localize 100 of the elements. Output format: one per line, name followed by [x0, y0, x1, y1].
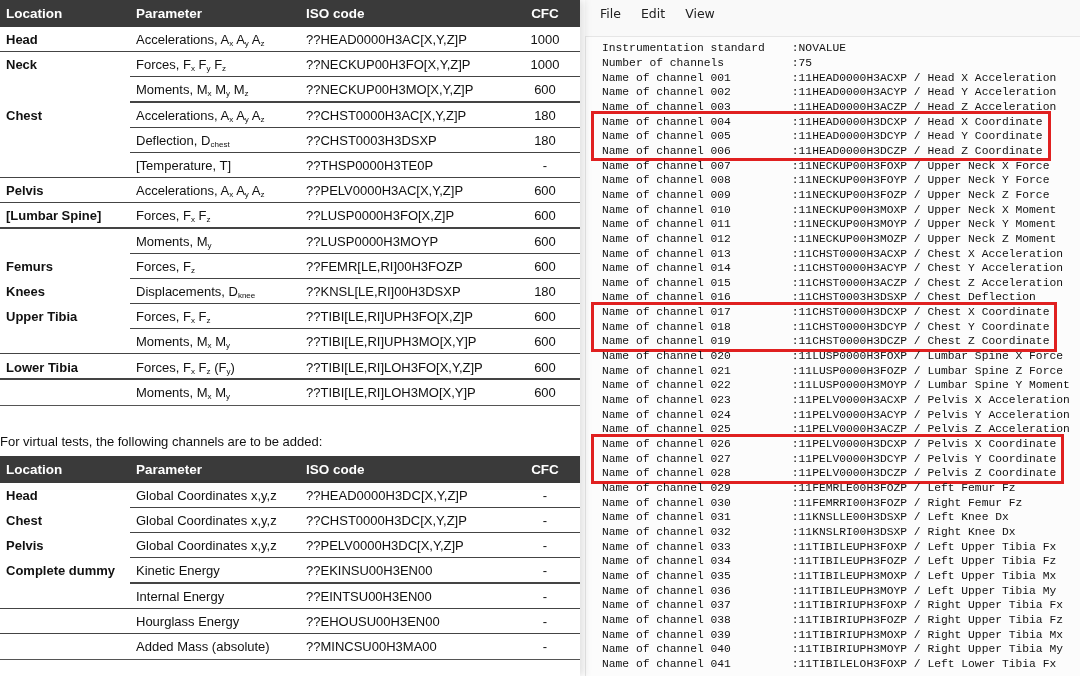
cfc-cell-text: 600 [533, 309, 557, 325]
iso-code-cell-text: ??PELV0000H3DC[X,Y,Z]P [305, 538, 465, 554]
line-label: Name of channel 040 [602, 643, 732, 656]
line-label: Name of channel 029 [602, 482, 732, 494]
line-value: :11LUSP0000H3FOZP / Lumbar Spine Z Force [791, 364, 1063, 377]
iso-code-cell-text: ??PELV0000H3AC[X,Y,Z]P [305, 183, 465, 199]
line-value: :11TIBILEUPH3FOXP / Left Upper Tibia Fx [791, 540, 1057, 553]
line-label: Name of channel 022 [602, 379, 732, 392]
cfc-cell-text: 600 [533, 384, 557, 400]
line-label: Name of channel 032 [602, 526, 732, 538]
cfc-cell-text: - [541, 158, 549, 174]
line-value: :11NECKUP00H3FOYP / Upper Neck Y Force [791, 174, 1050, 187]
parameter-cell-text: Moments, M$_{x}$ M$_{y}$ [135, 384, 232, 400]
iso-code-cell-text: ??FEMR[LE,RI]00H3FOZP [305, 258, 464, 274]
line-label: Name of channel 041 [602, 657, 732, 670]
column-header: Location [5, 6, 64, 21]
line-label: Name of channel 039 [602, 628, 732, 641]
iso-code-cell-text: ??HEAD0000H3AC[X,Y,Z]P [305, 32, 468, 48]
line-value: :11KNSLRI00H3DSXP / Right Knee Dx [791, 526, 1016, 538]
cfc-cell-text: - [541, 588, 549, 604]
cfc-cell-text: - [541, 613, 549, 629]
line-label: Name of channel 004 [602, 115, 732, 128]
cfc-cell-text: 1000 [529, 32, 561, 48]
parameter-cell-text: Forces, F$_{x}$ F$_{y}$ F$_{z}$ [135, 57, 228, 73]
note-text: For virtual tests, the following channels are to be added: [0, 433, 324, 449]
iso-code-cell-text: ??TIBI[LE,RI]LOH3MO[X,Y]P [305, 384, 477, 400]
line-value: :11CHST0000H3DCXP / Chest X Coordinate [791, 306, 1050, 319]
line-label: Name of channel 008 [602, 174, 732, 187]
line-value: :11TIBIRIUPH3FOXP / Right Upper Tibia Fx [791, 599, 1063, 612]
line-label: Name of channel 021 [602, 364, 732, 377]
iso-code-cell-text: ??THSP0000H3TE0P [305, 158, 435, 174]
parameter-cell-text: Deflection, D$_{chest}$ [135, 132, 231, 148]
line-value: :11TIBIRIUPH3FOZP / Right Upper Tibia Fz [791, 613, 1063, 626]
parameter-cell-text: Forces, F$_{x}$ F$_{z}$ [135, 309, 212, 325]
line-label: Name of channel 020 [602, 350, 732, 363]
parameter-cell-text: Global Coordinates x,y,z [135, 487, 278, 503]
iso-code-cell-text: ??MINCSU00H3MA00 [305, 639, 438, 655]
parameter-cell-text: Moments, M$_{y}$ [135, 233, 213, 249]
location-cell-text: Femurs [5, 258, 54, 274]
cfc-cell-text: 600 [533, 359, 557, 375]
column-header: ISO code [305, 461, 366, 477]
line-value: :11HEAD0000H3DCZP / Head Z Coordinate [791, 144, 1043, 157]
parameter-cell-text: Displacements, D$_{knee}$ [135, 283, 257, 299]
menu-item[interactable]: View [676, 3, 724, 24]
line-value: :11NECKUP00H3MOZP / Upper Neck Z Moment [791, 232, 1057, 245]
cfc-cell-text: - [541, 513, 549, 529]
iso-code-cell-text: ??EINTSU00H3EN00 [305, 588, 433, 604]
line-label: Name of channel 018 [602, 320, 732, 333]
line-value: :11TIBILEUPH3MOYP / Left Upper Tibia My [791, 584, 1057, 597]
cfc-cell-text: 600 [533, 233, 557, 249]
line-label: Name of channel 031 [602, 511, 732, 524]
line-label: Name of channel 030 [602, 496, 732, 509]
line-label: Name of channel 027 [602, 452, 732, 465]
line-label: Name of channel 038 [602, 613, 732, 626]
line-label: Name of channel 010 [602, 203, 732, 216]
parameter-cell-text: Forces, F$_{z}$ [135, 258, 196, 274]
line-label: Name of channel 026 [602, 438, 732, 451]
line-value: :NOVALUE [791, 42, 847, 55]
cfc-cell-text: 600 [533, 334, 557, 350]
line-label: Name of channel 002 [602, 86, 732, 99]
iso-code-cell-text: ??KNSL[LE,RI]00H3DSXP [305, 283, 462, 299]
location-cell-text: Chest [5, 513, 44, 529]
iso-code-cell-text: ??LUSP0000H3FO[X,Z]P [305, 208, 456, 224]
parameter-cell-text: Added Mass (absolute) [135, 639, 271, 655]
line-value: :11LUSP0000H3MOYP / Lumbar Spine Y Moment [791, 379, 1070, 392]
iso-code-cell-text: ??TIBI[LE,RI]LOH3FO[X,Y,Z]P [305, 359, 484, 375]
parameter-cell-text: Accelerations, A$_{x}$ A$_{y}$ A$_{z}$ [135, 32, 266, 48]
line-value: :11HEAD0000H3ACXP / Head X Acceleration [791, 71, 1057, 84]
menu-item[interactable]: Edit [631, 3, 675, 24]
line-label: Name of channel 036 [602, 584, 732, 597]
line-value: :11TIBIRIUPH3MOXP / Right Upper Tibia Mx [791, 628, 1063, 641]
line-label: Name of channel 007 [602, 159, 732, 172]
line-value: :11FEMRLE00H3FOZP / Left Femur Fz [791, 482, 1016, 494]
cfc-cell-text: 1000 [529, 57, 561, 73]
line-value: :11PELV0000H3ACYP / Pelvis Y Acceleration [791, 408, 1070, 421]
cfc-cell-text: 600 [533, 208, 557, 224]
line-value: :11TIBILEUPH3FOZP / Left Upper Tibia Fz [791, 555, 1057, 568]
line-label: Name of channel 024 [602, 408, 732, 421]
line-value: :11PELV0000H3ACZP / Pelvis Z Acceleration [791, 423, 1070, 436]
menu-item[interactable]: File [591, 3, 630, 24]
column-header: CFC [530, 6, 560, 21]
line-label: Number of channels [602, 57, 726, 69]
location-cell-text: Head [5, 487, 39, 503]
iso-code-cell-text: ??TIBI[LE,RI]UPH3MO[X,Y]P [305, 334, 478, 350]
parameter-cell-text: Forces, F$_{x}$ F$_{z}$ (F$_{y}$) [135, 359, 236, 375]
line-value: :11PELV0000H3ACXP / Pelvis X Acceleration [791, 394, 1070, 407]
line-label: Name of channel 006 [602, 144, 732, 157]
line-value: :11NECKUP00H3FOXP / Upper Neck X Force [791, 159, 1050, 172]
line-label: Name of channel 012 [602, 232, 732, 245]
column-header: Location [5, 461, 64, 477]
line-value: :11CHST0000H3ACYP / Chest Y Acceleration [791, 262, 1063, 275]
iso-code-cell-text: ??NECKUP00H3MO[X,Y,Z]P [305, 82, 475, 98]
line-value: :11NECKUP00H3FOZP / Upper Neck Z Force [791, 188, 1050, 201]
location-cell-text: Knees [5, 283, 47, 299]
cfc-cell-text: 600 [533, 82, 557, 98]
line-label: Name of channel 028 [602, 467, 732, 480]
line-value: :11LUSP0000H3FOXP / Lumbar Spine X Force [791, 350, 1063, 363]
parameter-cell-text: [Temperature, T] [135, 158, 233, 174]
line-label: Name of channel 015 [602, 276, 732, 289]
line-label: Name of channel 005 [602, 130, 732, 143]
